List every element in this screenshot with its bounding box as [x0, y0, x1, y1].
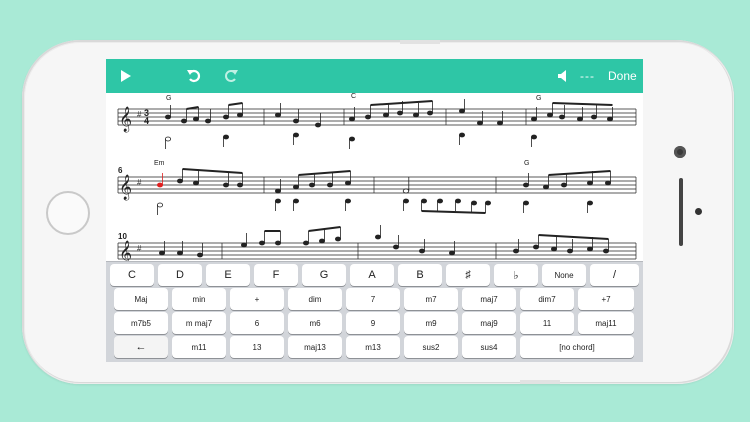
key-13[interactable]: 13: [230, 336, 284, 358]
redo-icon[interactable]: [223, 68, 239, 84]
key-note-d[interactable]: D: [158, 264, 202, 286]
key-m11[interactable]: m11: [172, 336, 226, 358]
key-dim[interactable]: dim: [288, 288, 342, 310]
quality-row-1: Maj min + dim 7 m7 maj7 dim7 +7: [106, 288, 643, 310]
play-icon[interactable]: [118, 68, 134, 84]
key-m6[interactable]: m6: [288, 312, 342, 334]
home-button: [46, 191, 90, 235]
key-maj7[interactable]: maj7: [462, 288, 516, 310]
key-aug7[interactable]: +7: [578, 288, 634, 310]
key-maj[interactable]: Maj: [114, 288, 168, 310]
time-sig-bottom: 4: [144, 116, 149, 126]
quality-row-3: ← m11 13 maj13 m13 sus2 sus4 [no chord]: [106, 336, 643, 358]
key-m7[interactable]: m7: [404, 288, 458, 310]
key-sharp: #: [137, 110, 142, 119]
key-9[interactable]: 9: [346, 312, 400, 334]
key-sharp: #: [137, 244, 142, 253]
camera: [674, 146, 686, 158]
done-button[interactable]: Done: [608, 69, 637, 83]
volume-icon[interactable]: [556, 68, 572, 84]
measure-number: 6: [118, 166, 123, 175]
key-m9[interactable]: m9: [404, 312, 458, 334]
antenna-line-bottom: [520, 380, 560, 384]
antenna-line: [400, 40, 440, 44]
sheet-music[interactable]: 𝄞 # 3 4 G C G 6 𝄞 # Em G 10 𝄞 #: [106, 93, 643, 261]
key-sus2[interactable]: sus2: [404, 336, 458, 358]
key-flat[interactable]: ♭: [494, 264, 538, 286]
key-sharp: #: [137, 178, 142, 187]
chord-symbol: C: [351, 93, 356, 100]
tempo-readout[interactable]: ---: [580, 69, 595, 83]
key-maj13[interactable]: maj13: [288, 336, 342, 358]
quality-row-2: m7b5 m maj7 6 m6 9 m9 maj9 11 maj11: [106, 312, 643, 334]
notes-row-2: [157, 168, 611, 215]
measure-number: 10: [118, 232, 127, 241]
key-note-b[interactable]: B: [398, 264, 442, 286]
key-maj9[interactable]: maj9: [462, 312, 516, 334]
note-row: C D E F G A B ♯ ♭ None /: [106, 264, 643, 286]
speaker-grille: [679, 178, 683, 246]
key-none[interactable]: None: [542, 264, 586, 286]
app-screen: --- Done 𝄞 # 3 4 G C G 6 𝄞 # Em G 10 𝄞 #…: [106, 59, 643, 362]
key-no-chord[interactable]: [no chord]: [520, 336, 634, 358]
chord-symbol: G: [536, 95, 541, 102]
key-note-a[interactable]: A: [350, 264, 394, 286]
chord-symbol: G: [524, 160, 529, 167]
key-note-c[interactable]: C: [110, 264, 154, 286]
key-note-e[interactable]: E: [206, 264, 250, 286]
key-sharp[interactable]: ♯: [446, 264, 490, 286]
chord-symbol: Em: [154, 160, 165, 167]
key-11[interactable]: 11: [520, 312, 574, 334]
key-maj11[interactable]: maj11: [578, 312, 634, 334]
backspace-key[interactable]: ←: [114, 336, 168, 358]
key-m13[interactable]: m13: [346, 336, 400, 358]
notes-row-3: [159, 225, 609, 258]
key-m7b5[interactable]: m7b5: [114, 312, 168, 334]
toolbar: --- Done: [106, 59, 643, 93]
sensor: [695, 208, 702, 215]
key-note-g[interactable]: G: [302, 264, 346, 286]
chord-keyboard: C D E F G A B ♯ ♭ None / Maj min + dim 7…: [106, 261, 643, 362]
treble-clef: 𝄞: [119, 106, 132, 132]
key-aug[interactable]: +: [230, 288, 284, 310]
key-m-maj7[interactable]: m maj7: [172, 312, 226, 334]
key-7[interactable]: 7: [346, 288, 400, 310]
key-6[interactable]: 6: [230, 312, 284, 334]
key-sus4[interactable]: sus4: [462, 336, 516, 358]
treble-clef: 𝄞: [119, 174, 132, 200]
chord-symbol: G: [166, 95, 171, 102]
treble-clef: 𝄞: [119, 240, 132, 261]
key-note-f[interactable]: F: [254, 264, 298, 286]
staff-3: [117, 242, 637, 260]
undo-icon[interactable]: [186, 68, 202, 84]
notes-row-1: [165, 99, 613, 149]
key-slash[interactable]: /: [590, 264, 639, 286]
key-min[interactable]: min: [172, 288, 226, 310]
key-dim7[interactable]: dim7: [520, 288, 574, 310]
